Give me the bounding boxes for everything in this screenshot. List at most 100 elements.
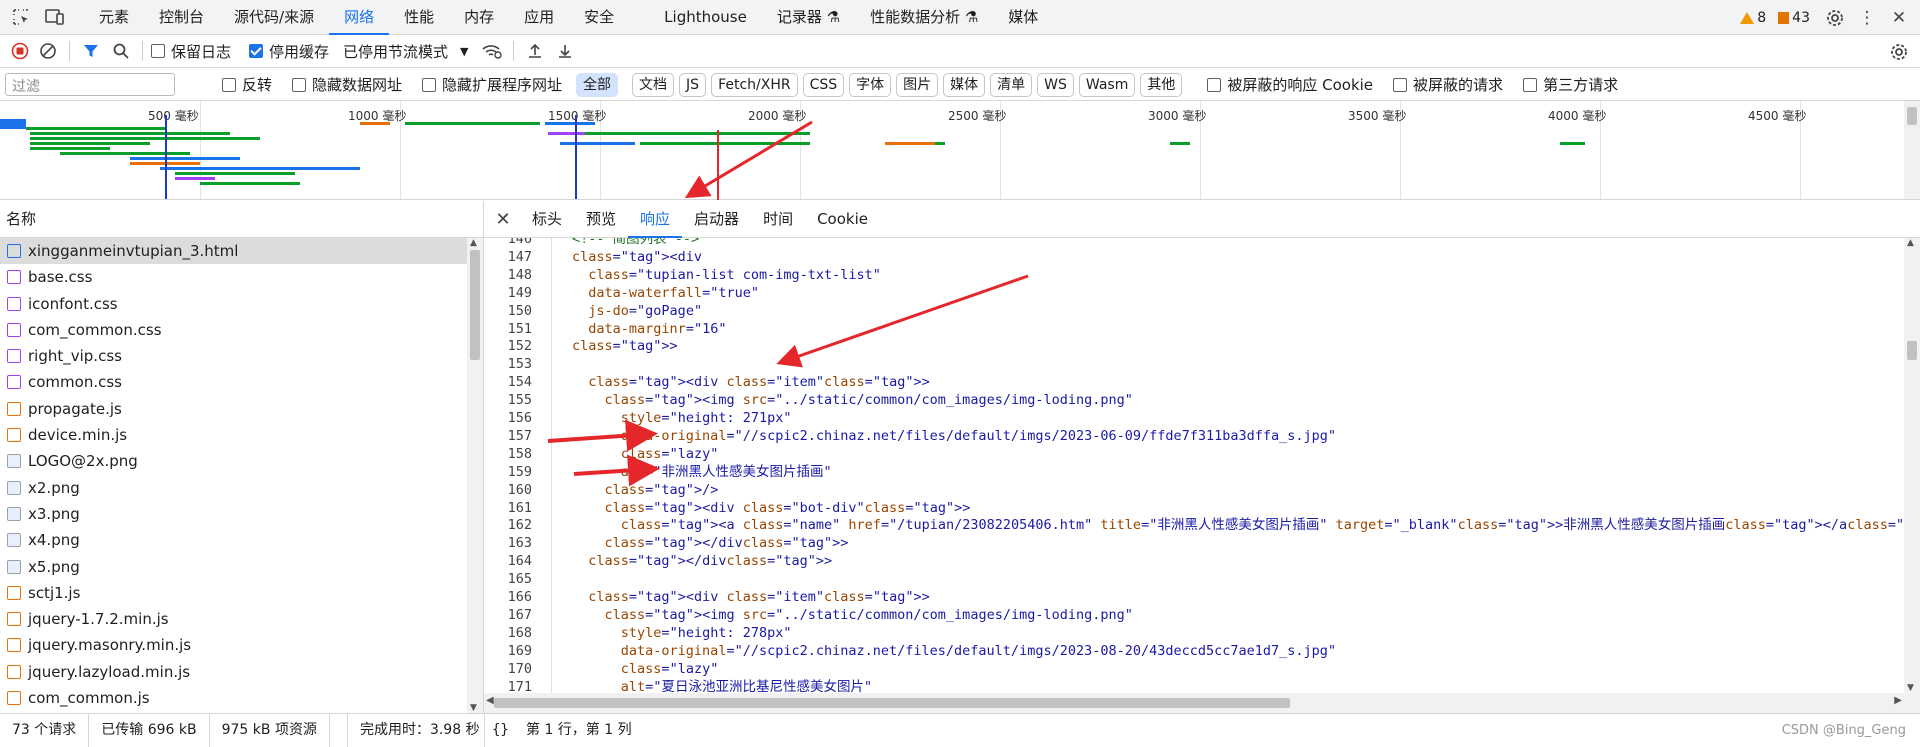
scroll-down-icon[interactable]: ▼ — [1907, 683, 1914, 693]
tab-6[interactable]: 应用 — [509, 0, 569, 35]
request-row[interactable]: x3.png — [0, 501, 483, 527]
type-filter-6[interactable]: 图片 — [896, 72, 939, 97]
detail-tab-5[interactable]: Cookie — [805, 201, 880, 238]
checkbox[interactable] — [151, 44, 165, 58]
scrollbar-thumb[interactable] — [470, 250, 480, 360]
detail-tab-0[interactable]: 标头 — [520, 201, 574, 238]
request-row[interactable]: jquery.lazyload.min.js — [0, 659, 483, 685]
type-filter-5[interactable]: 字体 — [849, 72, 892, 97]
tab-5[interactable]: 内存 — [449, 0, 509, 35]
request-row[interactable]: device.min.js — [0, 422, 483, 448]
request-row[interactable]: jquery.masonry.min.js — [0, 632, 483, 658]
request-row[interactable]: iconfont.css — [0, 291, 483, 317]
name-column-header[interactable]: 名称 — [0, 201, 483, 238]
request-row[interactable]: com_common.js — [0, 685, 483, 711]
request-row[interactable]: right_vip.css — [0, 343, 483, 369]
scrollbar-thumb[interactable] — [1907, 341, 1917, 360]
preserve-log-checkbox[interactable]: 保留日志 — [151, 41, 231, 62]
checkbox-checked[interactable] — [249, 44, 264, 58]
more-options-icon[interactable]: ⋮ — [1854, 5, 1880, 31]
type-filter-8[interactable]: 清单 — [990, 72, 1033, 97]
request-row[interactable]: x2.png — [0, 475, 483, 501]
tab-2[interactable]: 源代码/来源 — [219, 0, 329, 35]
record-stop-icon[interactable] — [7, 38, 33, 64]
pretty-print-icon[interactable]: {} — [492, 714, 509, 747]
hide-data-urls-checkbox[interactable]: 隐藏数据网址 — [292, 74, 402, 95]
scroll-up-icon[interactable]: ▲ — [1907, 238, 1914, 248]
export-har-icon[interactable] — [552, 38, 578, 64]
settings-gear-icon[interactable] — [1822, 5, 1848, 31]
tab-0[interactable]: 元素 — [84, 0, 144, 35]
tab-3[interactable]: 网络 — [329, 0, 390, 35]
request-row[interactable]: common.css — [0, 369, 483, 395]
scrollbar-thumb[interactable] — [494, 698, 1290, 708]
device-toolbar-icon[interactable] — [42, 4, 68, 30]
inspect-element-icon[interactable] — [8, 4, 34, 30]
scroll-down-icon[interactable]: ▼ — [470, 703, 477, 713]
code-horizontal-scrollbar[interactable]: ◀ ▶ — [484, 693, 1904, 713]
network-overview-timeline[interactable]: 500 毫秒 1000 毫秒 1500 毫秒 2000 毫秒 2500 毫秒 3000 毫… — [0, 101, 1920, 200]
type-filter-2[interactable]: JS — [679, 72, 707, 97]
warnings-badge[interactable]: 8 — [1740, 10, 1766, 26]
checkbox[interactable] — [292, 77, 307, 92]
request-row[interactable]: jquery-1.7.2.min.js — [0, 606, 483, 632]
filter-input[interactable]: 过滤 — [5, 73, 175, 96]
scroll-right-icon[interactable]: ▶ — [1894, 695, 1902, 706]
third-party-checkbox[interactable]: 第三方请求 — [1523, 74, 1618, 95]
checkbox[interactable] — [1393, 77, 1408, 92]
tab-1[interactable]: 控制台 — [144, 0, 219, 35]
detail-tab-3[interactable]: 启动器 — [682, 201, 751, 238]
blocked-cookies-checkbox[interactable]: 被屏蔽的响应 Cookie — [1207, 74, 1373, 95]
tab-11[interactable]: 媒体 — [993, 0, 1053, 35]
close-detail-icon[interactable]: ✕ — [490, 206, 516, 232]
invert-checkbox[interactable]: 反转 — [222, 74, 272, 95]
type-filter-11[interactable]: 其他 — [1140, 72, 1183, 97]
checkbox[interactable] — [1207, 77, 1222, 92]
response-code-viewer[interactable]: 146 <!-- 简图列表 --> 147 class="tag"><div 148 c… — [484, 238, 1904, 693]
clear-icon[interactable] — [35, 38, 61, 64]
tab-7[interactable]: 安全 — [569, 0, 629, 35]
checkbox[interactable] — [1523, 77, 1538, 92]
request-row[interactable]: x4.png — [0, 527, 483, 553]
request-row[interactable]: base.css — [0, 264, 483, 290]
resources-size: 975 kB 项资源 — [210, 713, 330, 747]
type-filter-10[interactable]: Wasm — [1078, 72, 1136, 97]
type-filter-1[interactable]: 文档 — [632, 72, 675, 97]
request-row[interactable]: LOGO@2x.png — [0, 448, 483, 474]
request-row[interactable]: sctj1.js — [0, 580, 483, 606]
request-list-scrollbar[interactable]: ▲ ▼ — [467, 238, 483, 713]
filter-funnel-icon[interactable] — [78, 38, 104, 64]
scroll-up-icon[interactable]: ▲ — [470, 238, 477, 248]
close-devtools-icon[interactable]: ✕ — [1886, 5, 1912, 31]
type-filter-4[interactable]: CSS — [802, 72, 845, 97]
detail-tab-1[interactable]: 预览 — [574, 201, 628, 238]
type-filter-0[interactable]: 全部 — [576, 72, 619, 97]
scroll-left-icon[interactable]: ◀ — [486, 695, 494, 706]
hide-extension-urls-checkbox[interactable]: 隐藏扩展程序网址 — [422, 74, 562, 95]
code-vertical-scrollbar[interactable]: ▲ ▼ — [1904, 238, 1920, 713]
tab-4[interactable]: 性能 — [389, 0, 449, 35]
request-row[interactable]: propagate.js — [0, 396, 483, 422]
checkbox[interactable] — [422, 77, 437, 92]
issues-badge[interactable]: 43 — [1778, 10, 1810, 26]
detail-tab-4[interactable]: 时间 — [751, 201, 805, 238]
type-filter-7[interactable]: 媒体 — [943, 72, 986, 97]
search-icon[interactable] — [108, 38, 134, 64]
network-settings-gear-icon[interactable] — [1886, 39, 1912, 65]
request-row[interactable]: x5.png — [0, 554, 483, 580]
request-row[interactable]: xingganmeinvtupian_3.html — [0, 238, 483, 265]
type-filter-3[interactable]: Fetch/XHR — [711, 72, 798, 97]
blocked-requests-checkbox[interactable]: 被屏蔽的请求 — [1393, 74, 1503, 95]
disable-cache-checkbox[interactable]: 停用缓存 — [249, 41, 329, 62]
import-har-icon[interactable] — [522, 38, 548, 64]
type-filter-9[interactable]: WS — [1037, 72, 1074, 97]
overview-scrollbar[interactable] — [1904, 101, 1920, 199]
checkbox[interactable] — [222, 77, 236, 92]
network-conditions-icon[interactable] — [479, 38, 505, 64]
detail-tab-2[interactable]: 响应 — [628, 201, 683, 238]
tab-9[interactable]: 记录器 ⚗ — [762, 0, 855, 35]
tab-10[interactable]: 性能数据分析 ⚗ — [855, 0, 993, 35]
throttle-select[interactable]: 已停用节流模式 ▼ — [343, 41, 468, 62]
request-row[interactable]: com_common.css — [0, 317, 483, 343]
tab-8[interactable]: Lighthouse — [629, 0, 762, 35]
